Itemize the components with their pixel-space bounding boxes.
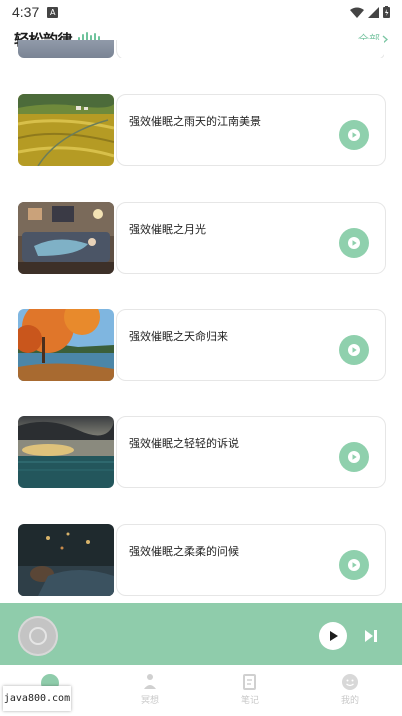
play-icon xyxy=(348,451,360,463)
status-icons xyxy=(350,6,390,18)
status-time: 4:37 xyxy=(12,4,40,20)
signal-icon xyxy=(368,6,379,18)
play-icon xyxy=(348,559,360,571)
battery-icon xyxy=(383,6,390,18)
player-play-button[interactable] xyxy=(319,622,347,650)
play-button[interactable] xyxy=(339,335,369,365)
play-icon xyxy=(348,344,360,356)
tab-label: 我的 xyxy=(340,696,359,706)
play-button[interactable] xyxy=(339,228,369,258)
list-item[interactable]: 强效催眠之柔柔的问候 xyxy=(18,524,386,596)
track-title: 强效催眠之雨天的江南美景 xyxy=(129,115,261,128)
track-title: 强效催眠之月光 xyxy=(129,223,206,236)
play-icon xyxy=(330,631,338,641)
list-item-partial[interactable] xyxy=(18,40,384,58)
play-button[interactable] xyxy=(339,120,369,150)
tab-profile[interactable]: 我的 xyxy=(320,673,380,706)
next-track-button[interactable] xyxy=(364,628,378,647)
album-disc[interactable] xyxy=(18,616,58,656)
play-button[interactable] xyxy=(339,442,369,472)
play-button[interactable] xyxy=(339,550,369,580)
thumbnail-storm-sea xyxy=(18,416,114,488)
list-item[interactable]: 强效催眠之月光 xyxy=(18,202,386,274)
track-title: 强效催眠之轻轻的诉说 xyxy=(129,437,239,450)
tab-label: 冥想 xyxy=(140,696,159,706)
watermark-badge: java800.com xyxy=(3,686,71,711)
mini-player xyxy=(0,603,402,665)
thumbnail-autumn-lake xyxy=(18,309,114,381)
list-card: 强效催眠之轻轻的诉说 xyxy=(116,416,386,488)
list-card: 强效催眠之柔柔的问候 xyxy=(116,524,386,596)
list-item[interactable]: 强效催眠之雨天的江南美景 xyxy=(18,94,386,166)
list-card: 强效催眠之月光 xyxy=(116,202,386,274)
track-title: 强效催眠之柔柔的问候 xyxy=(129,545,239,558)
list-card: 强效催眠之天命归来 xyxy=(116,309,386,381)
profile-icon xyxy=(342,674,358,690)
thumbnail-sofa-sleeper xyxy=(18,202,114,274)
list-card: 强效催眠之雨天的江南美景 xyxy=(116,94,386,166)
disc-center xyxy=(29,627,47,645)
tab-meditation[interactable]: 冥想 xyxy=(120,673,180,706)
list-item[interactable]: 强效催眠之天命归来 xyxy=(18,309,386,381)
tab-label: 笔记 xyxy=(240,696,259,706)
wifi-icon xyxy=(350,7,364,18)
thumbnail-bed-sleeper xyxy=(18,524,114,596)
list-item[interactable]: 强效催眠之轻轻的诉说 xyxy=(18,416,386,488)
meditation-icon xyxy=(144,674,156,689)
status-bar: 4:37 A xyxy=(0,0,402,24)
skip-next-icon xyxy=(365,630,377,642)
play-icon xyxy=(348,129,360,141)
track-title: 强效催眠之天命归来 xyxy=(129,330,228,343)
tab-notes[interactable]: 笔记 xyxy=(220,673,280,706)
notes-icon xyxy=(243,674,256,690)
notification-icon: A xyxy=(47,6,59,18)
play-icon xyxy=(348,237,360,249)
thumbnail-image xyxy=(18,40,114,58)
thumbnail-rice-terraces xyxy=(18,94,114,166)
list-card xyxy=(116,40,384,58)
